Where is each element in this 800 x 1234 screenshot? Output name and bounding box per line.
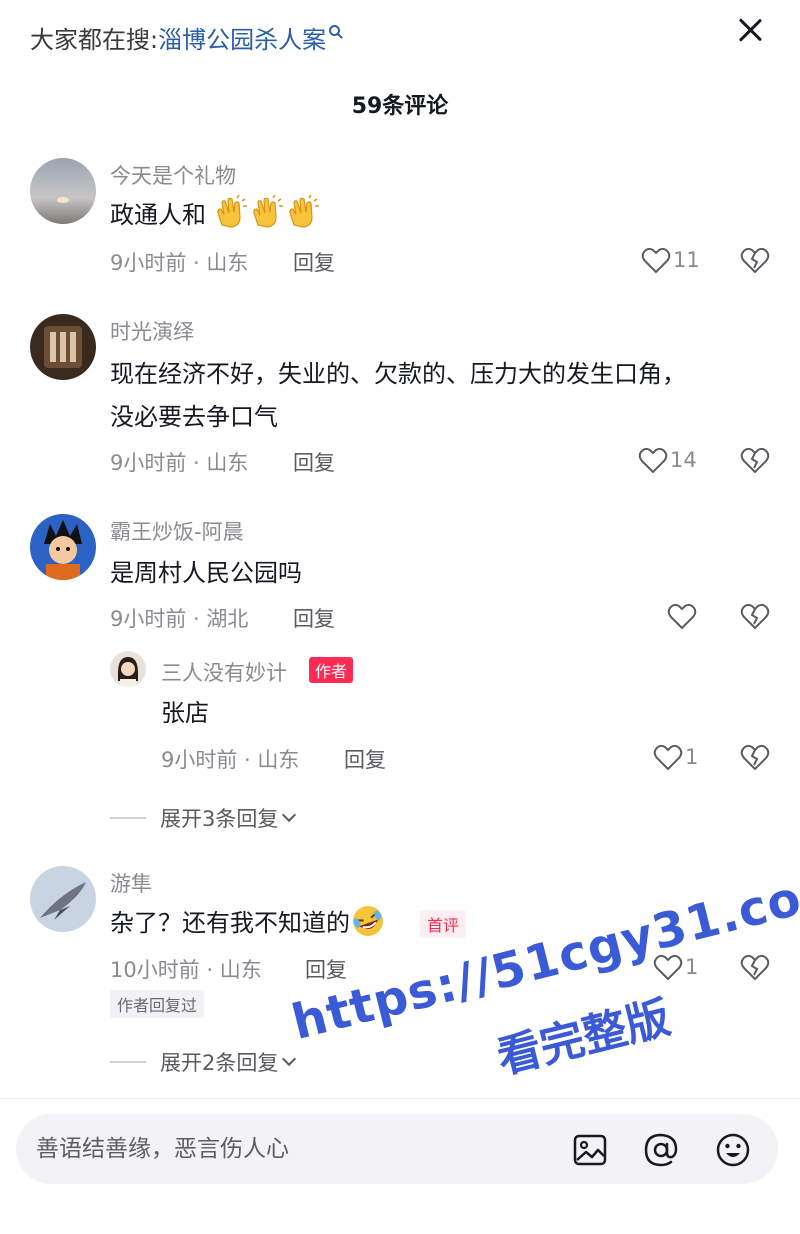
reply-button[interactable]: 回复 (293, 603, 335, 633)
like-button[interactable]: 1 (653, 742, 698, 772)
author-replied-tag: 作者回复过 (110, 990, 205, 1018)
like-count: 1 (685, 955, 699, 979)
dislike-button[interactable] (740, 246, 770, 274)
heart-icon (667, 603, 697, 630)
comment-time-location: 9小时前 · 山东 (110, 251, 249, 275)
like-button[interactable]: 14 (638, 445, 697, 475)
expand-divider (110, 1061, 146, 1063)
chevron-down-icon (282, 807, 297, 823)
trending-search-hint[interactable]: 大家都在搜:淄博公园杀人案 (30, 20, 341, 55)
avatar[interactable] (30, 866, 96, 932)
watermark-caption: 看完整版 (492, 991, 676, 1085)
heart-icon (638, 447, 668, 474)
expand-label: 展开2条回复 (160, 1051, 279, 1075)
avatar[interactable] (30, 158, 96, 224)
reply-text: 张店 (161, 699, 209, 727)
dislike-button[interactable] (740, 602, 770, 630)
comment-text-body: 政通人和 (110, 201, 206, 229)
close-icon[interactable] (734, 14, 766, 46)
broken-heart-icon (740, 744, 770, 771)
comment-text: 杂了？还有我不知道的 (110, 901, 386, 945)
avatar[interactable] (30, 314, 96, 380)
comment-username[interactable]: 今天是个礼物 (110, 160, 236, 190)
reply-username[interactable]: 三人没有妙计 (161, 657, 287, 687)
trending-prefix: 大家都在搜: (30, 26, 159, 54)
bottom-divider (0, 1098, 800, 1099)
author-tag: 作者 (309, 657, 354, 683)
emoji-icon[interactable] (714, 1131, 752, 1169)
like-button[interactable]: 11 (641, 245, 700, 275)
heart-icon (653, 744, 683, 771)
expand-replies-button[interactable]: 展开2条回复 (110, 1047, 297, 1077)
broken-heart-icon (740, 247, 770, 274)
expand-divider (110, 817, 146, 819)
like-count: 14 (670, 448, 697, 472)
comment-time-location: 10小时前 · 山东 (110, 958, 262, 982)
at-icon[interactable] (642, 1131, 680, 1169)
expand-replies-button[interactable]: 展开3条回复 (110, 803, 297, 833)
search-icon (329, 25, 341, 36)
comment-time-location: 9小时前 · 湖北 (110, 607, 249, 631)
broken-heart-icon (740, 447, 770, 474)
comment-text-body: 杂了？还有我不知道的 (110, 909, 350, 937)
first-comment-tag: 首评 (420, 910, 467, 938)
comment-input[interactable] (36, 1114, 556, 1184)
clapping-hands-emoji (206, 195, 322, 229)
reply-button[interactable]: 回复 (293, 447, 335, 477)
heart-icon (641, 247, 671, 274)
comment-text: 政通人和 (110, 193, 322, 237)
reply-button[interactable]: 回复 (305, 954, 347, 984)
chevron-down-icon (282, 1051, 297, 1067)
top-bar: 大家都在搜:淄博公园杀人案 (0, 0, 800, 70)
like-count: 1 (685, 745, 699, 769)
comment-count-title: 59条评论 (351, 94, 449, 119)
comment-username[interactable]: 游隼 (110, 868, 152, 898)
heart-icon (653, 954, 683, 981)
trending-term-link[interactable]: 淄博公园杀人案 (158, 26, 326, 54)
comment-input-bar (16, 1114, 778, 1184)
broken-heart-icon (740, 603, 770, 630)
image-icon[interactable] (571, 1131, 609, 1169)
comment-text-line-2: 没必要去争口气 (110, 403, 278, 431)
comment-username[interactable]: 霸王炒饭-阿晨 (110, 516, 244, 546)
comment-text: 是周村人民公园吗 (110, 559, 302, 587)
reply-time-location: 9小时前 · 山东 (161, 748, 300, 772)
like-button[interactable] (667, 601, 699, 631)
avatar[interactable] (30, 514, 96, 580)
laughing-emoji (353, 906, 383, 936)
comment-text-line-1: 现在经济不好，失业的、欠款的、压力大的发生口角， (110, 360, 686, 388)
avatar[interactable] (110, 651, 146, 687)
reply-button[interactable]: 回复 (293, 247, 335, 277)
comment-username[interactable]: 时光演绎 (110, 316, 194, 346)
reply-button[interactable]: 回复 (344, 744, 386, 774)
dislike-button[interactable] (740, 953, 770, 981)
like-button[interactable]: 1 (653, 952, 698, 982)
expand-label: 展开3条回复 (160, 807, 279, 831)
watermark-url: https://51cgy31.com (286, 857, 800, 1051)
dislike-button[interactable] (740, 446, 770, 474)
dislike-button[interactable] (740, 743, 770, 771)
like-count: 11 (673, 248, 700, 272)
broken-heart-icon (740, 954, 770, 981)
comment-time-location: 9小时前 · 山东 (110, 451, 249, 475)
